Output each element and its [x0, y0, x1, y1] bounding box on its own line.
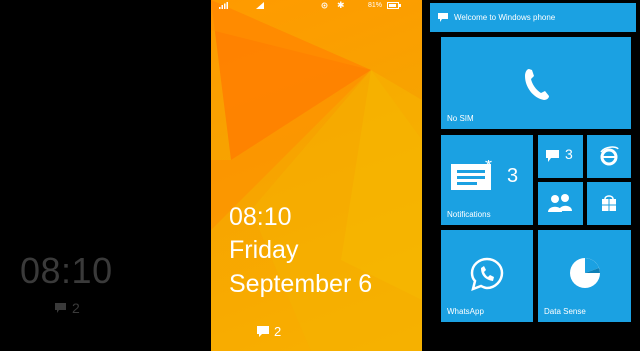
- tile-phone-label: No SIM: [447, 114, 474, 123]
- tile-store[interactable]: [587, 182, 631, 225]
- tile-whatsapp-label: WhatsApp: [447, 307, 484, 316]
- tile-messaging[interactable]: 3: [538, 135, 583, 178]
- message-icon: [257, 326, 269, 337]
- tile-notifications-label: Notifications: [447, 210, 491, 219]
- battery-icon: [387, 2, 401, 11]
- lock-message-indicator: 2: [257, 324, 281, 339]
- lock-screen[interactable]: ✱ 81% 08:10 Friday September 6 2: [211, 0, 422, 351]
- phone-screens: 08:10 2 ✱ 81% 08:10 Friday September 6 2…: [0, 0, 640, 351]
- glance-message-indicator: 2: [55, 300, 80, 316]
- tile-phone[interactable]: No SIM: [441, 37, 631, 129]
- status-bar: ✱ 81%: [211, 0, 422, 12]
- message-icon: [55, 303, 66, 313]
- wifi-icon: [256, 2, 264, 11]
- welcome-text: Welcome to Windows phone: [454, 13, 556, 22]
- glance-message-count: 2: [72, 300, 80, 316]
- signal-icon: [219, 2, 228, 11]
- glance-time: 08:10: [20, 250, 113, 291]
- tile-internet-explorer[interactable]: [587, 135, 631, 178]
- message-icon: *: [451, 160, 492, 190]
- lock-time: 08:10: [229, 203, 292, 231]
- battery-percent: 81%: [368, 2, 383, 9]
- start-screen: Welcome to Windows phone No SIM * 3 Noti…: [422, 0, 640, 351]
- lock-message-count: 2: [274, 324, 282, 339]
- tile-people[interactable]: [538, 182, 583, 225]
- message-icon: [438, 13, 448, 22]
- tile-whatsapp[interactable]: WhatsApp: [441, 230, 533, 322]
- lock-date: September 6: [229, 270, 373, 298]
- lock-day: Friday: [229, 236, 299, 264]
- svg-text:*: *: [485, 160, 492, 176]
- tile-notifications-count: 3: [507, 165, 519, 187]
- internet-explorer-icon: [600, 146, 619, 166]
- whatsapp-icon: [470, 257, 504, 292]
- tile-data-sense-label: Data Sense: [544, 307, 586, 316]
- data-sense-icon: [570, 258, 600, 288]
- glance-screen: 08:10 2: [0, 0, 211, 351]
- lock-wallpaper: [211, 0, 422, 351]
- phone-icon: [525, 69, 549, 100]
- welcome-banner[interactable]: Welcome to Windows phone: [430, 3, 636, 32]
- location-icon: [321, 2, 328, 11]
- bluetooth-icon: ✱: [337, 0, 345, 10]
- store-icon: [602, 195, 616, 211]
- tile-data-sense[interactable]: Data Sense: [538, 230, 631, 322]
- messaging-icon: [546, 150, 559, 162]
- tile-notifications[interactable]: * 3 Notifications: [441, 135, 533, 225]
- people-icon: [548, 194, 572, 212]
- tile-messaging-count: 3: [565, 146, 573, 162]
